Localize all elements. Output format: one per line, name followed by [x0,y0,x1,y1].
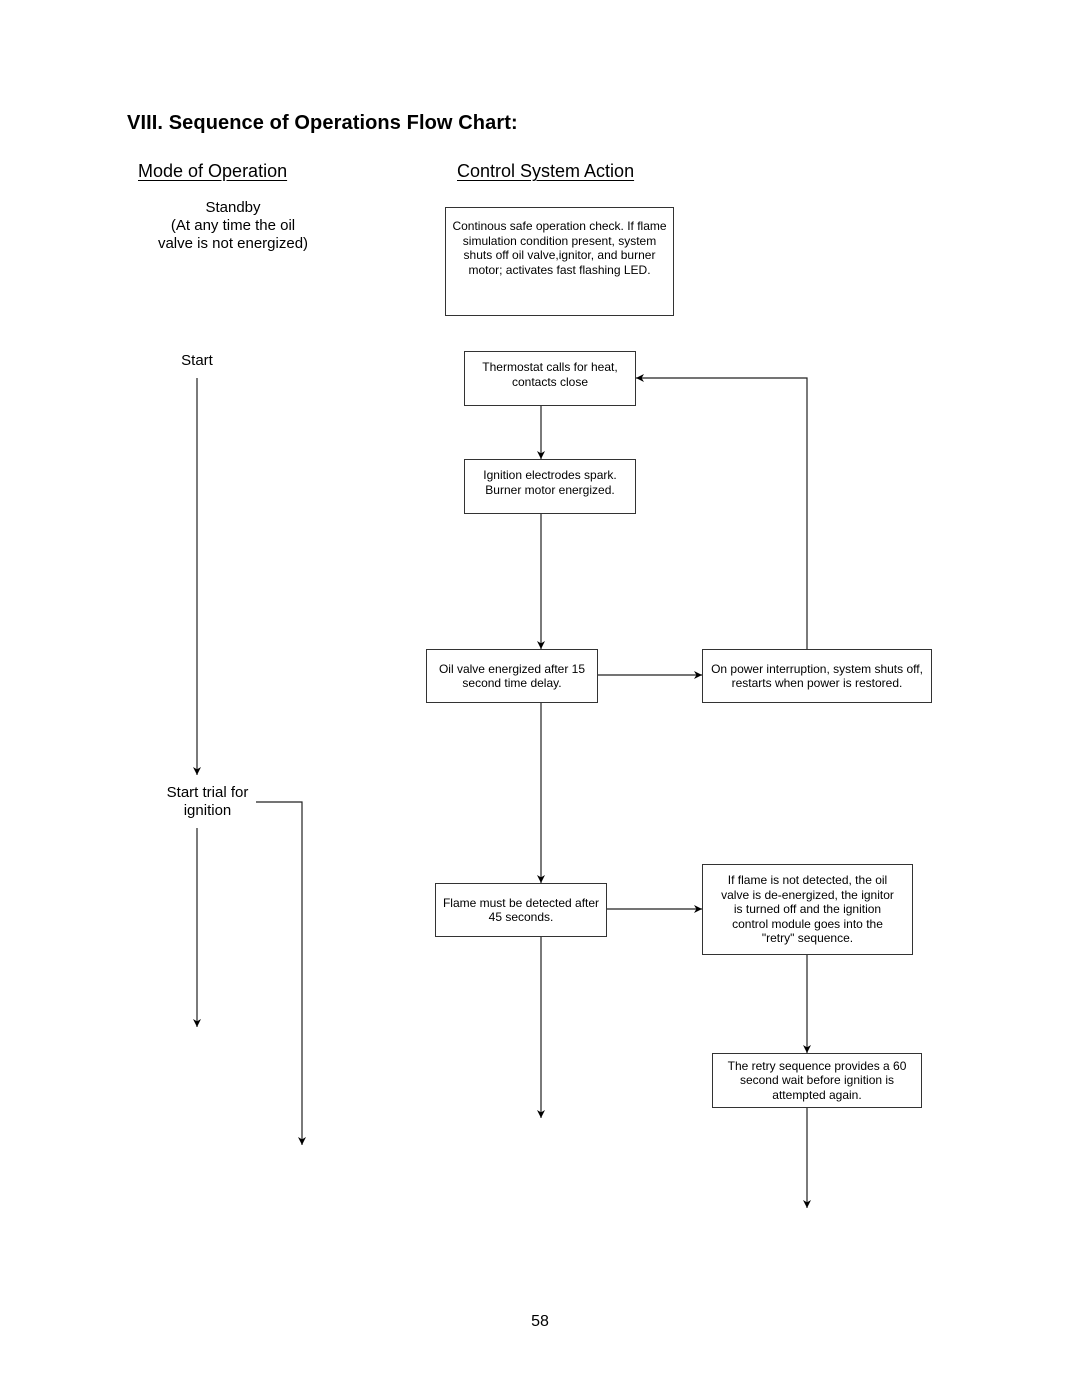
box-flame-detect: Flame must be detected after 45 seconds. [435,883,607,937]
page-number: 58 [531,1313,549,1330]
box-safe-operation-check: Continous safe operation check. If flame… [445,207,674,316]
box-retry: The retry sequence provides a 60 second … [712,1053,922,1108]
box-power-interruption: On power interruption, system shuts off,… [702,649,932,703]
arrow-power-to-thermostat [636,374,808,649]
box-flame-not-detected: If flame is not detected, the oil valve … [702,864,913,955]
box-ignition-spark: Ignition electrodes spark. Burner motor … [464,459,636,514]
box-thermostat: Thermostat calls for heat, contacts clos… [464,351,636,406]
arrow-trial-bracket [256,801,306,1145]
box-oil-valve: Oil valve energized after 15 second time… [426,649,598,703]
